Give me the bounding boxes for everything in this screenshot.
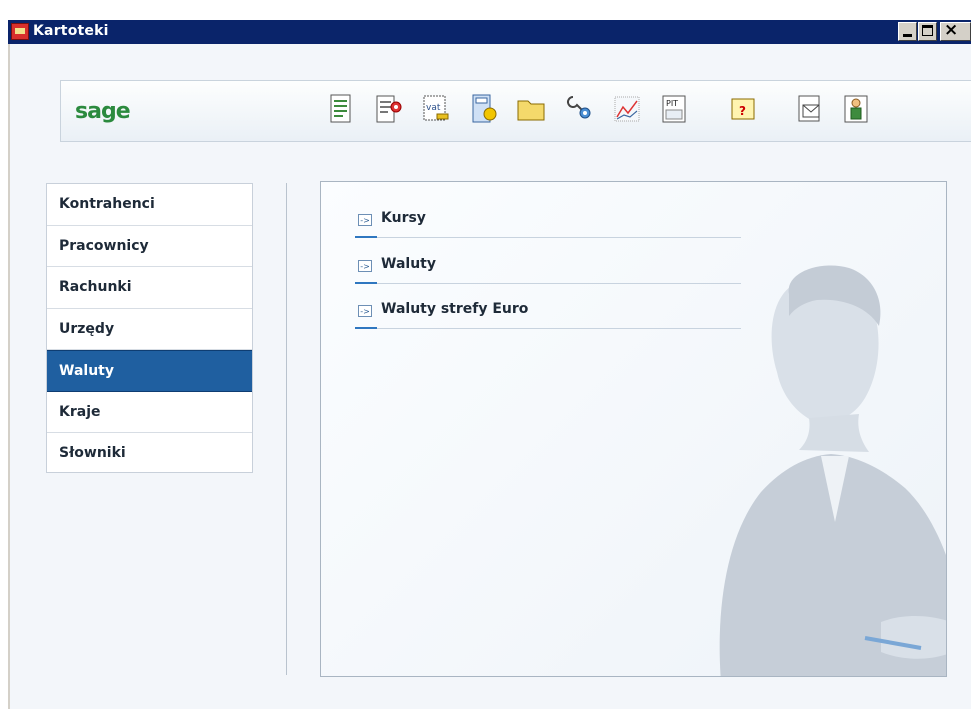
- help-icon[interactable]: ?: [728, 93, 758, 125]
- close-icon: ×: [944, 20, 959, 40]
- tools-settings-icon[interactable]: [565, 93, 595, 125]
- person-card-icon[interactable]: [841, 93, 871, 125]
- vat-invoice-icon[interactable]: vat: [421, 93, 451, 125]
- link-waluty[interactable]: -> Waluty: [355, 255, 741, 284]
- arrow-icon: ->: [358, 214, 372, 226]
- sidebar-item-label: Kraje: [59, 403, 101, 420]
- chart-icon[interactable]: [612, 93, 642, 125]
- mail-icon[interactable]: [795, 93, 825, 125]
- sidebar-item-rachunki[interactable]: Rachunki: [47, 267, 252, 309]
- help-text: ?: [739, 104, 746, 118]
- sidebar-item-slowniki[interactable]: Słowniki: [47, 433, 252, 475]
- link-underline: [355, 282, 377, 284]
- link-label: Kursy: [381, 210, 426, 226]
- close-button[interactable]: ×: [940, 20, 971, 41]
- sidebar-item-kraje[interactable]: Kraje: [47, 392, 252, 433]
- app-icon: [11, 23, 29, 40]
- vat-text: vat: [426, 103, 441, 113]
- link-label: Waluty: [381, 256, 436, 272]
- title-bar: Kartoteki ×: [8, 20, 971, 44]
- window-title: Kartoteki: [33, 23, 109, 39]
- link-waluty-strefy-euro[interactable]: -> Waluty strefy Euro: [355, 300, 741, 329]
- link-kursy[interactable]: -> Kursy: [355, 209, 741, 238]
- sidebar-item-waluty[interactable]: Waluty: [47, 350, 252, 392]
- toolbar: sage vat PIT ?: [60, 80, 971, 142]
- sidebar-item-label: Pracownicy: [59, 237, 149, 254]
- arrow-icon: ->: [358, 305, 372, 317]
- arrow-icon: ->: [358, 260, 372, 272]
- sidebar-item-urzedy[interactable]: Urzędy: [47, 309, 252, 350]
- content-panel: -> Kursy -> Waluty -> Waluty strefy Euro: [320, 181, 947, 677]
- sidebar-item-label: Waluty: [59, 363, 114, 379]
- pit-form-icon[interactable]: PIT: [659, 93, 689, 125]
- maximize-button[interactable]: [918, 22, 937, 41]
- document-settings-icon[interactable]: [374, 93, 404, 125]
- sidebar-item-pracownicy[interactable]: Pracownicy: [47, 226, 252, 267]
- sidebar-item-kontrahenci[interactable]: Kontrahenci: [47, 184, 252, 226]
- link-underline: [355, 236, 377, 238]
- sage-logo: sage: [75, 99, 131, 124]
- sidebar-item-label: Rachunki: [59, 279, 132, 295]
- minimize-button[interactable]: [898, 22, 917, 41]
- calculator-coin-icon[interactable]: [469, 93, 499, 125]
- sidebar-item-label: Urzędy: [59, 320, 115, 337]
- divider: [286, 183, 287, 675]
- pit-text: PIT: [666, 99, 678, 108]
- sidebar-item-label: Kontrahenci: [59, 196, 155, 212]
- link-label: Waluty strefy Euro: [381, 301, 529, 317]
- folder-icon[interactable]: [516, 93, 546, 125]
- document-icon[interactable]: [326, 93, 356, 125]
- sidebar-nav: Kontrahenci Pracownicy Rachunki Urzędy W…: [46, 183, 253, 473]
- sidebar-item-label: Słowniki: [59, 445, 126, 461]
- link-underline: [355, 327, 377, 329]
